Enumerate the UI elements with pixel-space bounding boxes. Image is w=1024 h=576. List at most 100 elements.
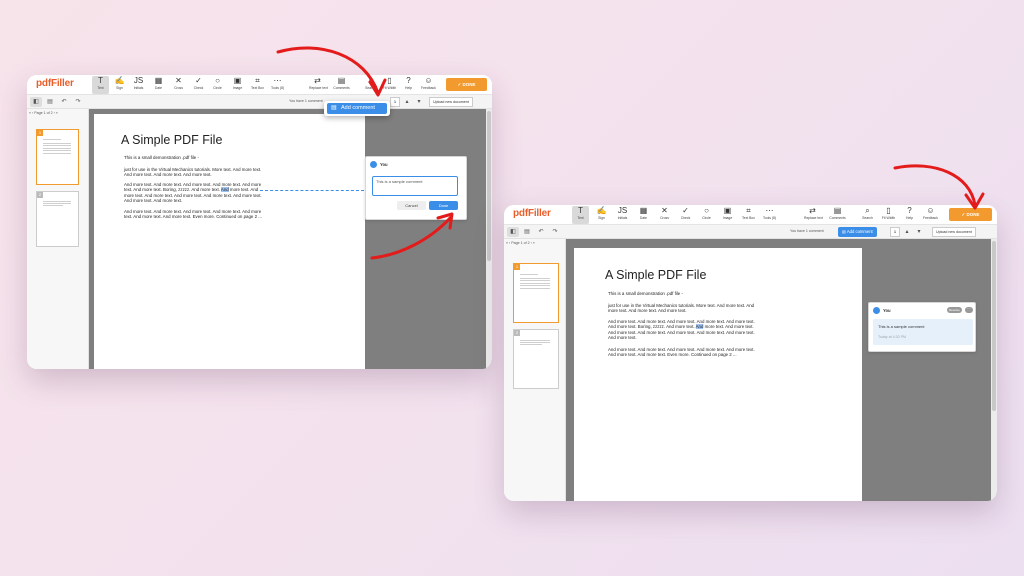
tool-search[interactable]: ⌕ Search bbox=[362, 76, 379, 94]
more-icon: ⋯ bbox=[765, 206, 774, 215]
chevron-up-icon[interactable]: ▴ bbox=[901, 227, 913, 237]
done-comment-button[interactable]: Done bbox=[429, 201, 458, 210]
tool-replace-text[interactable]: ⇄ Replace text bbox=[309, 76, 328, 94]
editor-window-before: pdfFiller T Text ✍ Sign JS Initials ▦ Date ✕… bbox=[27, 75, 492, 369]
add-comment-button[interactable]: ▤ Add comment bbox=[838, 227, 877, 237]
tool-circle[interactable]: ○ Circle bbox=[209, 76, 226, 94]
tool-fit-width[interactable]: ▯ Fit Width bbox=[381, 76, 398, 94]
comment-icon: ▤ bbox=[331, 105, 337, 111]
tool-feedback[interactable]: ☺ Feedback bbox=[922, 206, 939, 224]
pdf-page[interactable]: A Simple PDF File This is a small demons… bbox=[574, 248, 862, 501]
chevron-down-icon[interactable]: ▾ bbox=[413, 97, 425, 107]
comment-text: This is a sample comment bbox=[878, 324, 925, 329]
pdf-page[interactable]: A Simple PDF File This is a small demons… bbox=[94, 114, 365, 369]
next-page-icon[interactable]: › bbox=[54, 111, 55, 115]
chevron-up-icon[interactable]: ▴ bbox=[401, 97, 413, 107]
tool-search[interactable]: ⌕ Search bbox=[859, 206, 876, 224]
tool-image[interactable]: ▣ Image bbox=[229, 76, 246, 94]
undo-icon[interactable]: ↶ bbox=[58, 97, 70, 107]
upload-new-document-button[interactable]: Upload new document bbox=[429, 97, 473, 107]
tool-image[interactable]: ▣ Image bbox=[719, 206, 736, 224]
tool-more[interactable]: ⋯ Tools (8) bbox=[269, 76, 286, 94]
scrollbar[interactable] bbox=[991, 239, 997, 501]
tool-sign[interactable]: ✍ Sign bbox=[111, 76, 128, 94]
resolve-button[interactable]: Resolve bbox=[947, 307, 962, 313]
paragraph: And more text. And more text. And more t… bbox=[124, 209, 262, 220]
more-options-icon[interactable]: ··· bbox=[965, 307, 973, 313]
secondary-toolbar: ◧ ▤ ↶ ↷ You have 1 comment ▤ Add comment… bbox=[504, 225, 997, 239]
fit-width-icon: ▯ bbox=[886, 206, 891, 215]
first-page-icon[interactable]: « bbox=[29, 111, 31, 115]
tool-feedback[interactable]: ☺ Feedback bbox=[420, 76, 437, 94]
last-page-icon[interactable]: » bbox=[533, 241, 535, 245]
tool-text[interactable]: T Text bbox=[92, 76, 109, 94]
document-title: A Simple PDF File bbox=[605, 268, 707, 282]
tool-check[interactable]: ✓ Check bbox=[677, 206, 694, 224]
paragraph: And more text. And more text. And more t… bbox=[608, 319, 755, 341]
comment-input[interactable]: This is a sample comment bbox=[372, 176, 458, 196]
comment-highlight[interactable]: And bbox=[220, 187, 229, 193]
redo-icon[interactable]: ↷ bbox=[72, 97, 84, 107]
tool-replace-text[interactable]: ⇄ Replace text bbox=[804, 206, 823, 224]
more-icon: ⋯ bbox=[273, 76, 282, 85]
comment-thread: You Resolve ··· This is a sample comment… bbox=[868, 302, 976, 352]
sign-icon: ✍ bbox=[596, 206, 607, 215]
calendar-icon: ▦ bbox=[639, 206, 648, 215]
text-icon: T bbox=[578, 206, 583, 215]
upload-new-document-button[interactable]: Upload new document bbox=[932, 227, 976, 237]
document-title: A Simple PDF File bbox=[121, 133, 223, 147]
tool-initials[interactable]: JS Initials bbox=[130, 76, 147, 94]
tool-text-box[interactable]: ⌗ Text Box bbox=[249, 76, 266, 94]
page-thumbnail[interactable]: 1 bbox=[513, 263, 559, 323]
tool-date[interactable]: ▦ Date bbox=[635, 206, 652, 224]
tool-more[interactable]: ⋯ Tools (8) bbox=[761, 206, 778, 224]
layers-icon[interactable]: ◧ bbox=[30, 97, 42, 107]
zoom-input[interactable]: 1 bbox=[890, 227, 900, 237]
page-thumbnail[interactable]: 2 bbox=[513, 329, 559, 389]
tool-text-box[interactable]: ⌗ Text Box bbox=[740, 206, 757, 224]
page-thumbnail[interactable]: 1 bbox=[36, 129, 79, 185]
document-icon[interactable]: ▤ bbox=[44, 97, 56, 107]
tool-circle[interactable]: ○ Circle bbox=[698, 206, 715, 224]
tool-text[interactable]: T Text bbox=[572, 206, 589, 224]
comment-editor: You This is a sample comment Cancel Done bbox=[365, 156, 467, 220]
paragraph: just for use in the Virtual Mechanics tu… bbox=[124, 167, 262, 178]
next-page-icon[interactable]: › bbox=[531, 241, 532, 245]
add-comment-button[interactable]: ▤ Add comment bbox=[327, 103, 387, 114]
main-toolbar: pdfFiller T Text ✍ Sign JS Initials ▦ Date ✕… bbox=[27, 75, 492, 95]
undo-icon[interactable]: ↶ bbox=[535, 227, 547, 237]
comment-count: You have 1 comment bbox=[790, 229, 824, 233]
editor-window-after: pdfFiller T Text ✍ Sign JS Initials ▦ Date ✕… bbox=[504, 205, 997, 501]
search-icon: ⌕ bbox=[368, 76, 373, 85]
tool-date[interactable]: ▦ Date bbox=[150, 76, 167, 94]
tool-help[interactable]: ? Help bbox=[400, 76, 417, 94]
scrollbar[interactable] bbox=[486, 109, 492, 369]
tool-sign[interactable]: ✍ Sign bbox=[593, 206, 610, 224]
document-viewport: A Simple PDF File This is a small demons… bbox=[89, 109, 492, 369]
cancel-button[interactable]: Cancel bbox=[397, 201, 426, 210]
redo-icon[interactable]: ↷ bbox=[549, 227, 561, 237]
tool-initials[interactable]: JS Initials bbox=[614, 206, 631, 224]
feedback-icon: ☺ bbox=[424, 76, 433, 85]
first-page-icon[interactable]: « bbox=[506, 241, 508, 245]
done-button[interactable]: ✓ DONE bbox=[446, 78, 487, 91]
zoom-input[interactable]: 1 bbox=[390, 97, 400, 107]
done-button[interactable]: ✓ DONE bbox=[949, 208, 992, 221]
page-thumbnail[interactable]: 2 bbox=[36, 191, 79, 247]
tool-cross[interactable]: ✕ Cross bbox=[170, 76, 187, 94]
tool-check[interactable]: ✓ Check bbox=[190, 76, 207, 94]
feedback-icon: ☺ bbox=[926, 206, 935, 215]
tool-help[interactable]: ? Help bbox=[901, 206, 918, 224]
cross-icon: ✕ bbox=[661, 206, 668, 215]
document-icon[interactable]: ▤ bbox=[521, 227, 533, 237]
tool-cross[interactable]: ✕ Cross bbox=[656, 206, 673, 224]
comment-connector bbox=[260, 190, 364, 191]
tool-comments[interactable]: ▤ Comments bbox=[829, 206, 846, 224]
tool-fit-width[interactable]: ▯ Fit Width bbox=[880, 206, 897, 224]
last-page-icon[interactable]: » bbox=[56, 111, 58, 115]
tool-comments[interactable]: ▤ Comments bbox=[333, 76, 350, 94]
layers-icon[interactable]: ◧ bbox=[507, 227, 519, 237]
fit-width-icon: ▯ bbox=[387, 76, 392, 85]
comment-count: You have 1 comment bbox=[289, 99, 323, 103]
chevron-down-icon[interactable]: ▾ bbox=[913, 227, 925, 237]
